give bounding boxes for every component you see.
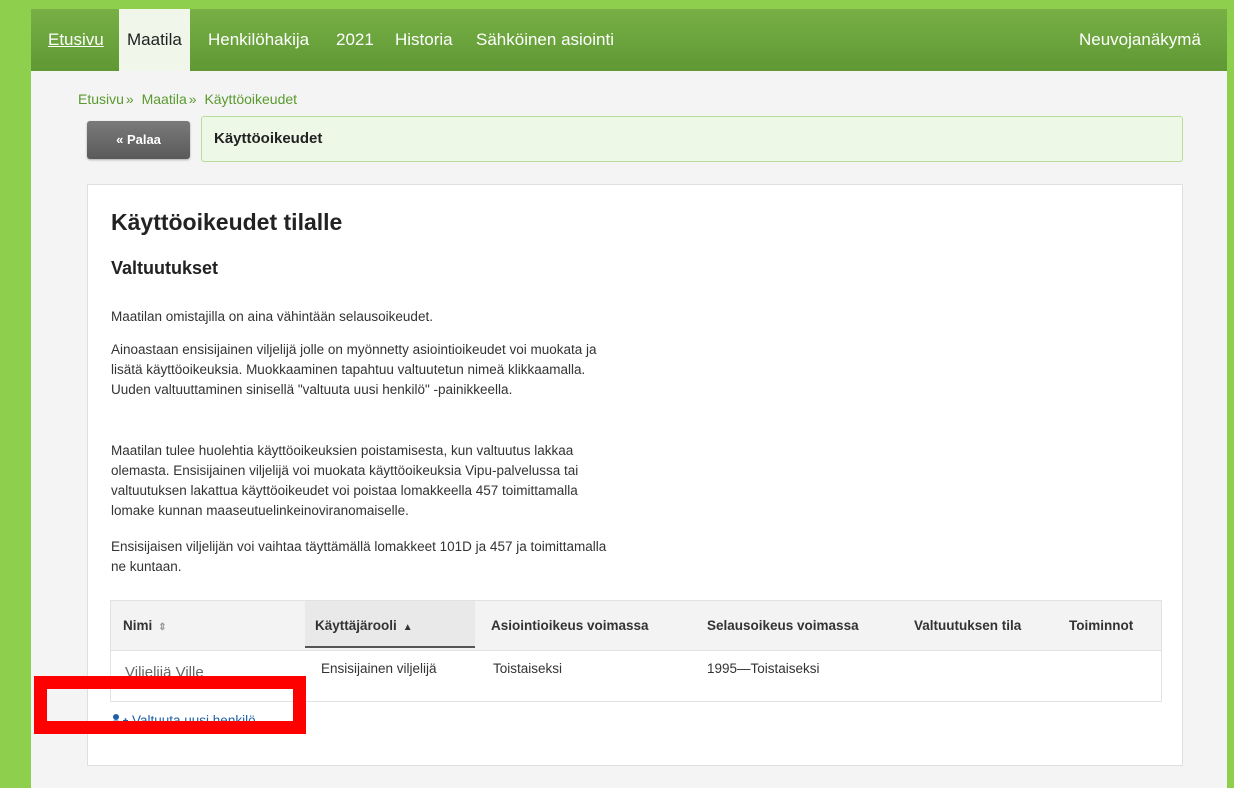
breadcrumb-separator: » [125, 91, 134, 107]
column-header-toiminnot: Toiminnot [1069, 601, 1133, 650]
column-label: Valtuutuksen tila [914, 618, 1022, 633]
add-user-label: Valtuuta uusi henkilö [132, 713, 256, 728]
column-header-valtuutuksen-tila[interactable]: Valtuutuksen tila [914, 601, 1021, 650]
add-user-icon [110, 713, 128, 727]
back-button[interactable]: « Palaa [87, 121, 190, 159]
column-header-asiointioikeus[interactable]: Asiointioikeus voimassa [491, 601, 649, 650]
double-chevron-left-icon: « [116, 132, 124, 147]
sort-icon: ⇕ [158, 622, 167, 633]
nav-maatila[interactable]: Maatila [119, 9, 190, 71]
breadcrumb: Etusivu» Maatila» Käyttöoikeudet [78, 91, 297, 107]
nav-neuvojanakyma[interactable]: Neuvojanäkymä [1079, 9, 1201, 71]
breadcrumb-maatila[interactable]: Maatila [142, 91, 187, 107]
info-paragraph-1: Maatilan omistajilla on aina vähintään s… [111, 309, 433, 324]
nav-sahkoinen-asiointi[interactable]: Sähköinen asiointi [476, 9, 614, 71]
info-paragraph-2: Ainoastaan ensisijainen viljelijä jolle … [111, 342, 597, 397]
page-title-bar: Käyttöoikeudet [201, 116, 1183, 162]
nav-etusivu[interactable]: Etusivu [48, 9, 104, 71]
column-label: Käyttäjärooli [315, 618, 397, 633]
section-heading: Valtuutukset [111, 258, 219, 278]
browser-page: Etusivu Maatila Henkilöhakija 2021 Histo… [31, 9, 1227, 788]
cell-role: Ensisijainen viljelijä [321, 661, 437, 676]
column-label: Asiointioikeus voimassa [491, 618, 649, 633]
page-heading: Käyttöoikeudet tilalle [111, 209, 343, 235]
table-header: Nimi ⇕ Käyttäjärooli ▲ Asiointioikeus voim… [111, 601, 1161, 651]
back-button-label: Palaa [126, 132, 161, 147]
column-header-kayttajarooli[interactable]: Käyttäjärooli ▲ [305, 601, 475, 648]
nav-2021[interactable]: 2021 [336, 9, 374, 71]
cell-name-link[interactable]: Viljelijä Ville [125, 664, 204, 681]
info-paragraph-4: Ensisijaisen viljelijän voi vaihtaa täyt… [111, 539, 607, 574]
cell-selausoikeus: 1995—Toistaiseksi [707, 661, 820, 676]
add-user-link[interactable]: Valtuuta uusi henkilö [110, 713, 256, 728]
column-header-nimi[interactable]: Nimi ⇕ [111, 601, 303, 650]
column-label: Nimi [123, 618, 153, 633]
cell-asiointioikeus: Toistaiseksi [493, 661, 563, 676]
top-navigation: Etusivu Maatila Henkilöhakija 2021 Histo… [31, 9, 1227, 71]
nav-historia[interactable]: Historia [395, 9, 453, 71]
column-header-selausoikeus[interactable]: Selausoikeus voimassa [707, 601, 859, 650]
breadcrumb-etusivu[interactable]: Etusivu [78, 91, 124, 107]
sort-ascending-icon: ▲ [402, 622, 413, 633]
column-label: Selausoikeus voimassa [707, 618, 859, 633]
column-label: Toiminnot [1069, 618, 1134, 633]
page-title: Käyttöoikeudet [214, 130, 323, 147]
breadcrumb-kayttooikeudet[interactable]: Käyttöoikeudet [204, 91, 297, 107]
main-panel: Käyttöoikeudet tilalle Valtuutukset Maat… [87, 184, 1183, 766]
breadcrumb-separator: » [188, 91, 197, 107]
info-paragraph-3: Maatilan tulee huolehtia käyttöoikeuksie… [111, 443, 579, 518]
authorizations-table: Nimi ⇕ Käyttäjärooli ▲ Asiointioikeus voim… [110, 600, 1162, 702]
nav-henkilohakija[interactable]: Henkilöhakija [208, 9, 309, 71]
